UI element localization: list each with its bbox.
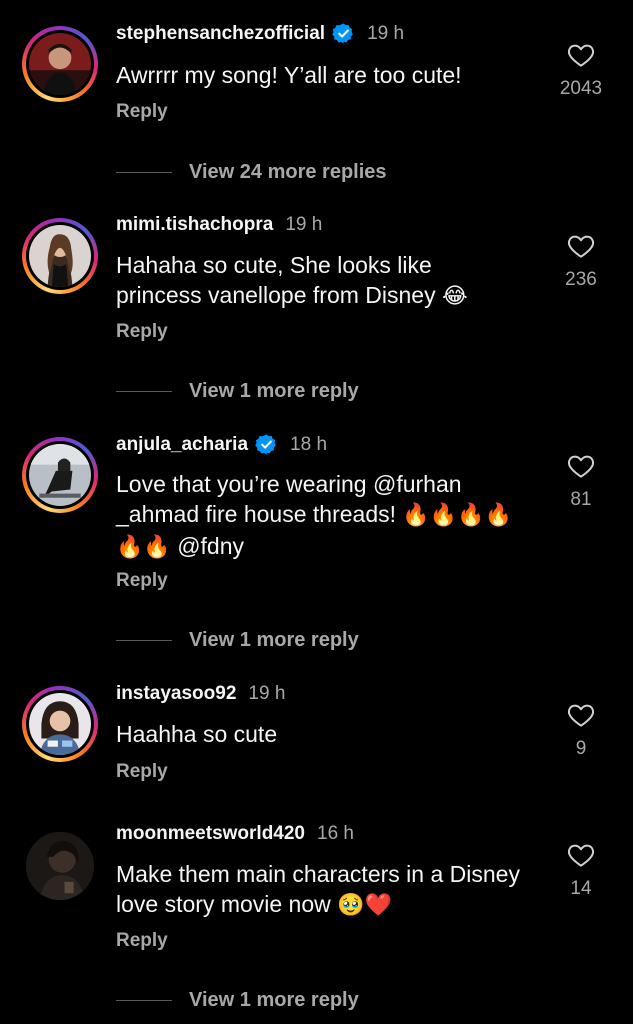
view-more-label: View 1 more reply	[189, 629, 359, 651]
divider-line	[116, 391, 172, 392]
username[interactable]: instayasoo92	[116, 683, 236, 705]
mention-link[interactable]: @fdny	[177, 533, 244, 559]
comment-text: Make them main characters in a Disney lo…	[116, 859, 556, 921]
comment-text-content: Awrrrr my song! Y’all are too cute!	[116, 62, 462, 88]
username[interactable]: moonmeetsworld420	[116, 823, 305, 845]
comment-text: Love that you’re wearing @furhan _ahmad …	[116, 469, 546, 563]
username[interactable]: anjula_acharia	[116, 434, 248, 456]
comment-text-line: love story movie now 🥹❤️	[116, 889, 556, 921]
heart-icon	[567, 844, 595, 867]
avatar[interactable]	[22, 218, 98, 294]
comment-header: stephensanchezofficial 19 h	[116, 22, 404, 45]
timestamp: 19 h	[367, 22, 405, 44]
comment-text-line: princess vanellope from Disney 😂	[116, 280, 546, 312]
comment-header: mimi.tishachopra 19 h	[116, 214, 322, 236]
heart-icon	[567, 704, 595, 727]
like-count: 236	[565, 269, 597, 290]
comment-header: instayasoo92 19 h	[116, 683, 285, 705]
username[interactable]: stephensanchezofficial	[116, 23, 325, 45]
view-more-label: View 1 more reply	[189, 989, 359, 1011]
like-count: 81	[570, 489, 592, 510]
laughing-emoji: 😂	[441, 284, 468, 309]
view-more-replies-button[interactable]: View 1 more reply	[116, 629, 359, 652]
heart-icon	[567, 235, 595, 258]
view-more-label: View 1 more reply	[189, 380, 359, 402]
username[interactable]: mimi.tishachopra	[116, 214, 273, 236]
comment-text-line: 🔥🔥 @fdny	[116, 531, 546, 563]
like-count: 9	[575, 738, 587, 759]
comment-text: Awrrrr my song! Y’all are too cute!	[116, 60, 546, 90]
divider-line	[116, 172, 172, 173]
comments-feed: stephensanchezofficial 19 h Awrrrr my so…	[0, 0, 633, 1024]
like-button[interactable]: 81	[548, 451, 614, 511]
comment-text-content: Haahha so cute	[116, 721, 278, 747]
avatar[interactable]	[22, 437, 98, 513]
view-more-replies-button[interactable]: View 1 more reply	[116, 380, 359, 403]
comment-text: Hahaha so cute, She looks like princess …	[116, 250, 546, 312]
view-more-replies-button[interactable]: View 1 more reply	[116, 989, 359, 1012]
like-count: 14	[570, 878, 592, 899]
fire-emoji: 🔥🔥	[116, 535, 171, 560]
comment-text-content: _ahmad fire house threads!	[116, 501, 397, 527]
reply-button[interactable]: Reply	[116, 930, 168, 952]
comment-text-content: princess vanellope from Disney	[116, 282, 436, 308]
view-more-label: View 24 more replies	[189, 161, 387, 183]
pleading-heart-emoji: 🥹❤️	[337, 893, 392, 918]
like-count: 2043	[559, 78, 603, 99]
heart-icon	[567, 44, 595, 67]
avatar[interactable]	[22, 26, 98, 102]
reply-button[interactable]: Reply	[116, 570, 168, 592]
like-button[interactable]: 14	[548, 840, 614, 900]
timestamp: 18 h	[290, 433, 328, 455]
view-more-replies-button[interactable]: View 24 more replies	[116, 161, 387, 184]
timestamp: 19 h	[285, 214, 323, 235]
divider-line	[116, 640, 172, 641]
like-button[interactable]: 236	[548, 231, 614, 291]
timestamp: 19 h	[248, 683, 286, 704]
comment-text-line: Make them main characters in a Disney	[116, 861, 520, 887]
like-button[interactable]: 9	[548, 700, 614, 760]
avatar[interactable]	[26, 832, 94, 900]
verified-badge-icon	[255, 433, 278, 456]
comment-text: Haahha so cute	[116, 719, 546, 749]
reply-button[interactable]: Reply	[116, 101, 168, 123]
like-button[interactable]: 2043	[548, 40, 614, 100]
timestamp: 16 h	[317, 823, 354, 844]
comment-text-line: Hahaha so cute, She looks like	[116, 252, 432, 278]
fire-emoji: 🔥🔥🔥🔥	[402, 503, 512, 528]
verified-badge-icon	[332, 22, 355, 45]
divider-line	[116, 1000, 172, 1001]
comment-text-line: Love that you’re wearing @furhan	[116, 471, 462, 497]
comment-header: anjula_acharia 18 h	[116, 433, 327, 456]
comment-text-content: love story movie now	[116, 891, 331, 917]
reply-button[interactable]: Reply	[116, 761, 168, 783]
heart-icon	[567, 455, 595, 478]
reply-button[interactable]: Reply	[116, 321, 168, 343]
avatar[interactable]	[22, 686, 98, 762]
comment-text-line: _ahmad fire house threads! 🔥🔥🔥🔥	[116, 499, 546, 531]
comment-header: moonmeetsworld420 16 h	[116, 823, 354, 845]
